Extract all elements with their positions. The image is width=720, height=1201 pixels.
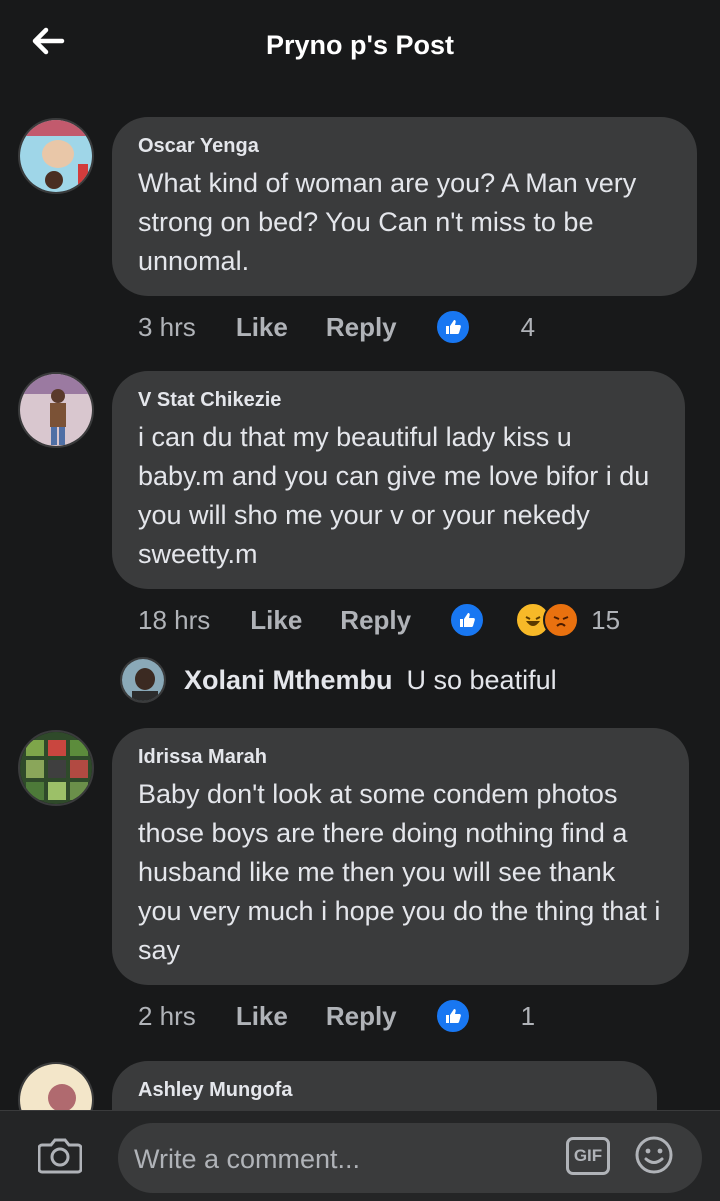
avatar[interactable] xyxy=(18,372,94,448)
like-button[interactable]: Like xyxy=(236,1001,288,1032)
avatar[interactable] xyxy=(18,118,94,194)
reaction-count: 4 xyxy=(520,311,536,342)
comment-bubble: Oscar Yenga What kind of woman are you? … xyxy=(112,117,697,296)
avatar[interactable] xyxy=(18,730,94,806)
comment-time: 2 hrs xyxy=(138,1000,196,1031)
reaction-count: 1 xyxy=(520,1000,536,1031)
comment-actions: 18 hrs Like Reply 15 xyxy=(138,600,620,640)
page-title: Pryno p's Post xyxy=(266,30,454,60)
gif-button[interactable]: GIF xyxy=(566,1137,610,1175)
reply-button[interactable]: Reply xyxy=(326,1001,397,1032)
comment-time: 3 hrs xyxy=(138,311,196,342)
reactions[interactable]: 4 xyxy=(434,309,536,345)
smiley-icon[interactable] xyxy=(634,1135,674,1175)
avatar[interactable] xyxy=(120,657,166,703)
comment-author[interactable]: Oscar Yenga xyxy=(138,135,671,158)
comment-author[interactable]: Idrissa Marah xyxy=(138,746,663,769)
angry-face-icon xyxy=(543,602,580,638)
reply-preview[interactable]: Xolani Mthembu U so beatiful xyxy=(120,657,557,703)
thumbs-up-icon xyxy=(434,309,471,345)
top-bar: Pryno p's Post xyxy=(0,0,720,95)
comment-author[interactable]: Ashley Mungofa xyxy=(138,1079,631,1102)
comment-bubble: V Stat Chikezie i can du that my beautif… xyxy=(112,371,685,589)
comment-bubble: Idrissa Marah Baby don't look at some co… xyxy=(112,728,689,985)
reactions[interactable]: 1 xyxy=(434,998,536,1034)
comment-text: i can du that my beautiful lady kiss u b… xyxy=(138,422,650,569)
comment-field[interactable]: GIF xyxy=(118,1123,702,1195)
comment-composer: GIF xyxy=(0,1110,720,1201)
comment-time: 18 hrs xyxy=(138,604,211,635)
reply-button[interactable]: Reply xyxy=(326,312,397,343)
comment-text: Baby don't look at some condem photos th… xyxy=(138,779,661,965)
reply-button[interactable]: Reply xyxy=(340,605,411,636)
comment-actions: 2 hrs Like Reply 1 xyxy=(138,996,535,1036)
comment-input[interactable] xyxy=(132,1123,556,1195)
like-button[interactable]: Like xyxy=(250,605,302,636)
camera-icon[interactable] xyxy=(37,1135,83,1175)
reaction-count: 15 xyxy=(591,604,621,635)
reply-text: U so beatiful xyxy=(406,664,557,695)
reactions[interactable]: 15 xyxy=(449,602,620,638)
comment-actions: 3 hrs Like Reply 4 xyxy=(138,307,535,347)
thumbs-up-icon xyxy=(434,998,471,1034)
comment-author[interactable]: V Stat Chikezie xyxy=(138,389,659,412)
thumbs-up-icon xyxy=(449,602,486,638)
reply-author[interactable]: Xolani Mthembu xyxy=(184,665,393,696)
like-button[interactable]: Like xyxy=(236,312,288,343)
comment-text: What kind of woman are you? A Man very s… xyxy=(138,168,637,276)
